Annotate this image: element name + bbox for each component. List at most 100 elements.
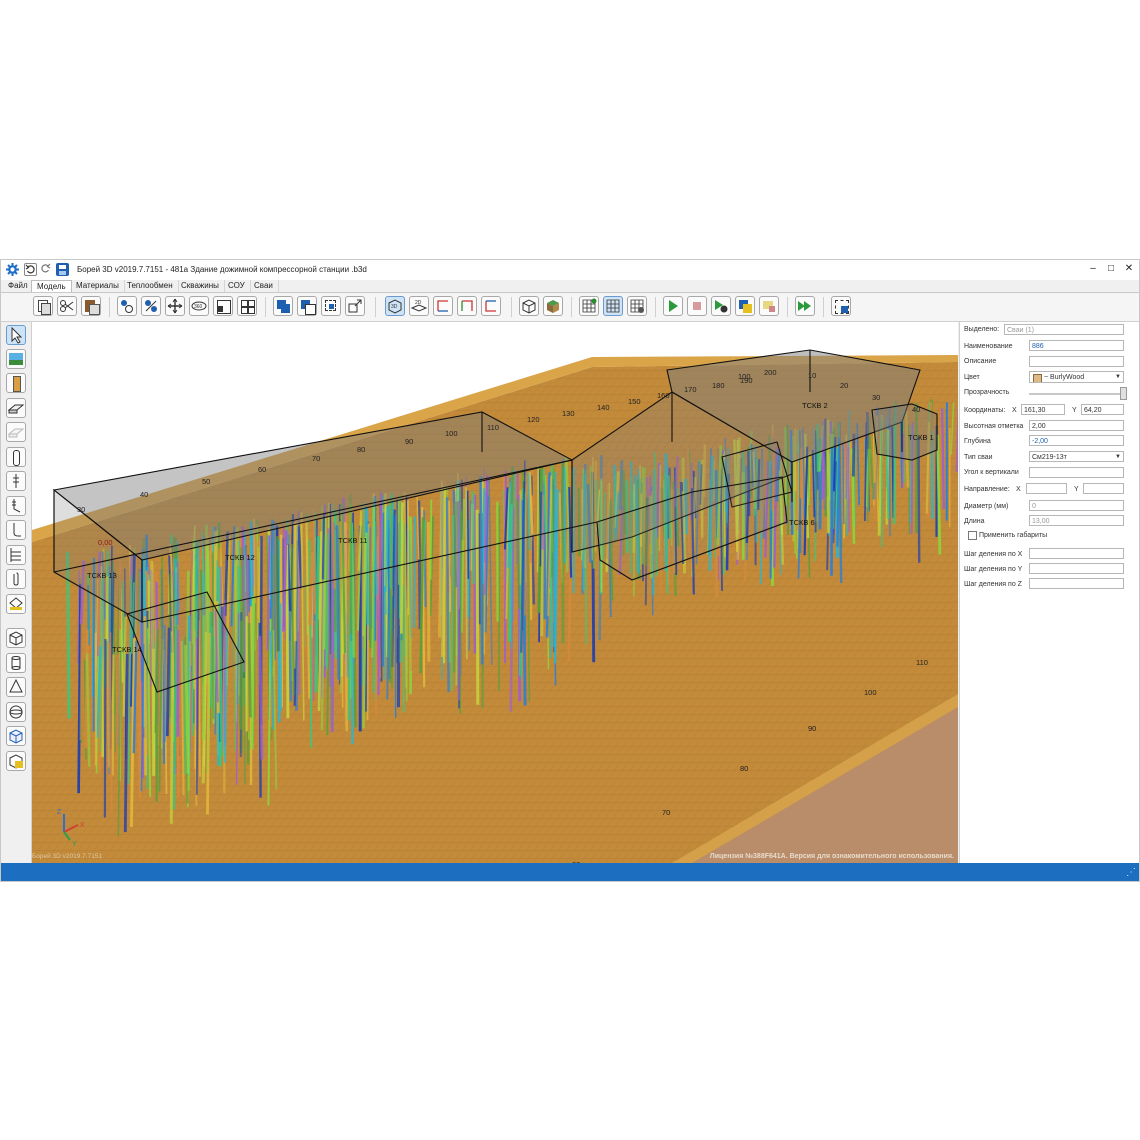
- copy-icon[interactable]: [33, 296, 53, 316]
- split-objects-icon[interactable]: [141, 296, 161, 316]
- y-coord-field[interactable]: 64,20: [1081, 404, 1124, 415]
- pile: [459, 510, 462, 714]
- rotate-360-icon[interactable]: 360: [189, 296, 209, 316]
- anchor-icon[interactable]: [6, 471, 26, 491]
- axis-z-label: Z: [57, 809, 62, 816]
- grid-label: 110: [487, 423, 499, 432]
- select-pointer-icon[interactable]: [6, 325, 26, 345]
- svg-text:360: 360: [194, 304, 203, 310]
- undo-icon[interactable]: [24, 263, 37, 276]
- move-icon[interactable]: [165, 296, 185, 316]
- resize-icon[interactable]: [345, 296, 365, 316]
- transparency-slider-thumb[interactable]: [1120, 387, 1127, 400]
- export-icon[interactable]: [831, 296, 851, 316]
- viewport-footer-left: Борей 3D v2019.7.7151: [32, 852, 102, 860]
- union-icon[interactable]: [273, 296, 293, 316]
- run-settings-icon[interactable]: [711, 296, 731, 316]
- grid-icon[interactable]: [603, 296, 623, 316]
- step-x-label: Шаг деления по X: [964, 551, 1023, 558]
- apply-dims-checkbox[interactable]: [968, 531, 977, 540]
- save-icon[interactable]: [56, 263, 69, 276]
- x-coord-field[interactable]: 161,30: [1021, 404, 1065, 415]
- tab-sou[interactable]: СОУ: [223, 280, 251, 292]
- diameter-field[interactable]: 0: [1029, 500, 1124, 511]
- app-gear-icon[interactable]: [6, 263, 19, 276]
- fast-forward-icon[interactable]: [795, 296, 815, 316]
- play-icon[interactable]: [663, 296, 683, 316]
- subtract-icon[interactable]: [297, 296, 317, 316]
- paperclip-icon[interactable]: [6, 569, 26, 589]
- pile-icon[interactable]: [6, 373, 26, 393]
- array-icon[interactable]: [237, 296, 257, 316]
- add-objects-icon[interactable]: [117, 296, 137, 316]
- cone-icon[interactable]: [6, 677, 26, 697]
- grid-label: 100: [864, 688, 877, 697]
- left-toolbar: [1, 322, 32, 863]
- step-z-field[interactable]: [1029, 578, 1124, 589]
- layers-icon[interactable]: [735, 296, 755, 316]
- scene-canvas[interactable]: ТСКВ 14 ТСКВ 13 ТСКВ 12 ТСКВ 11 ТСКВ 6 Т…: [32, 322, 958, 863]
- pile: [465, 487, 468, 660]
- paste-icon[interactable]: [81, 296, 101, 316]
- grid-add-icon[interactable]: [579, 296, 599, 316]
- step-x-field[interactable]: [1029, 548, 1124, 559]
- viewport-3d[interactable]: ТСКВ 14 ТСКВ 13 ТСКВ 12 ТСКВ 11 ТСКВ 6 Т…: [32, 322, 958, 863]
- pile: [824, 447, 829, 517]
- view-2d-icon[interactable]: 2D: [409, 296, 429, 316]
- cube-outline-icon[interactable]: [519, 296, 539, 316]
- cylinder-icon[interactable]: [6, 653, 26, 673]
- axis-y-icon[interactable]: [457, 296, 477, 316]
- scissors-icon[interactable]: [57, 296, 77, 316]
- scale-icon[interactable]: [213, 296, 233, 316]
- transparency-slider-track[interactable]: [1029, 393, 1124, 395]
- image-icon[interactable]: [6, 349, 26, 369]
- redo-icon[interactable]: [40, 263, 53, 276]
- box-icon[interactable]: [6, 628, 26, 648]
- grid-settings-icon[interactable]: [627, 296, 647, 316]
- pile-type-select[interactable]: См219-13т ▼: [1029, 451, 1124, 462]
- view-3d-icon[interactable]: 3D: [385, 296, 405, 316]
- maximize-button[interactable]: □: [1102, 262, 1120, 276]
- ladder-icon[interactable]: [6, 545, 26, 565]
- slab-icon[interactable]: [6, 398, 26, 418]
- bent-pile-icon[interactable]: [6, 496, 26, 516]
- slab-disabled-icon[interactable]: [6, 422, 26, 442]
- axis-z-icon[interactable]: [481, 296, 501, 316]
- length-field[interactable]: 13,00: [1029, 515, 1124, 526]
- paint-icon[interactable]: [6, 594, 26, 614]
- color-select[interactable]: ~ BurlyWood ▼: [1029, 371, 1124, 383]
- close-button[interactable]: ✕: [1120, 262, 1138, 276]
- label-tskv-14: ТСКВ 14: [112, 645, 142, 654]
- cube-solid-icon[interactable]: [543, 296, 563, 316]
- grid-label: 90: [808, 724, 816, 733]
- clear-icon[interactable]: [759, 296, 779, 316]
- cube-icon[interactable]: [6, 726, 26, 746]
- minimize-button[interactable]: ‒: [1084, 262, 1102, 276]
- tab-piles[interactable]: Сваи: [249, 280, 279, 292]
- name-field[interactable]: 886: [1029, 340, 1124, 351]
- label-tskv-6: ТСКВ 6: [789, 518, 815, 527]
- pile: [847, 446, 850, 533]
- hook-pile-icon[interactable]: [6, 520, 26, 540]
- tab-wells[interactable]: Скважины: [176, 280, 225, 292]
- tab-heat-exchange[interactable]: Теплообмен: [122, 280, 179, 292]
- axis-x-icon[interactable]: [433, 296, 453, 316]
- stop-icon[interactable]: [687, 296, 707, 316]
- resize-grip-icon[interactable]: ⋰: [1126, 867, 1136, 878]
- direction-y-field[interactable]: [1083, 483, 1124, 494]
- cube-yellow-icon[interactable]: [6, 751, 26, 771]
- step-y-field[interactable]: [1029, 563, 1124, 574]
- depth-field[interactable]: -2,00: [1029, 435, 1124, 446]
- pile: [519, 490, 522, 586]
- pipe-icon[interactable]: [6, 447, 26, 467]
- tab-materials[interactable]: Материалы: [71, 280, 125, 292]
- intersect-icon[interactable]: [321, 296, 341, 316]
- direction-x-field[interactable]: [1026, 483, 1067, 494]
- tab-model[interactable]: Модель: [31, 280, 72, 292]
- description-field[interactable]: [1029, 356, 1124, 367]
- elevation-field[interactable]: 2,00: [1029, 420, 1124, 431]
- sphere-icon[interactable]: [6, 702, 26, 722]
- axis-x-label: X: [80, 822, 85, 829]
- angle-field[interactable]: [1029, 467, 1124, 478]
- tab-file[interactable]: Файл: [3, 280, 34, 292]
